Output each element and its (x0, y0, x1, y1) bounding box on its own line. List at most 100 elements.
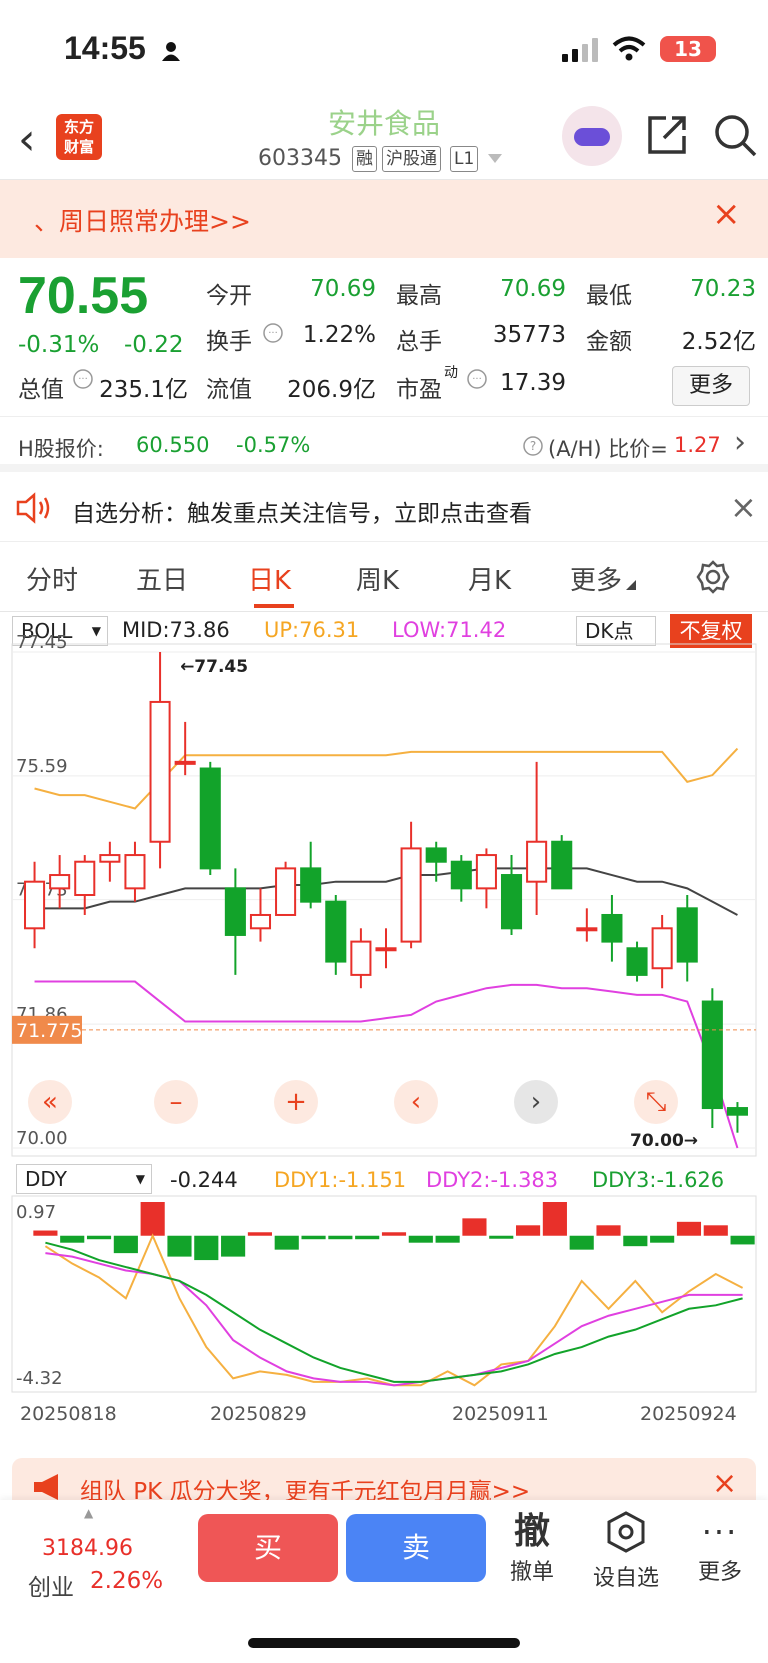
index-name: 创业 (28, 1575, 74, 1601)
ddy-bar (140, 1202, 165, 1236)
tab-intraday[interactable]: 分时 (26, 560, 78, 597)
tab-monthly-k[interactable]: 月K (468, 560, 511, 597)
h-share-price: 60.550 (136, 433, 210, 457)
more-quote-button[interactable]: 更多 (672, 366, 750, 406)
chart-nav-icon: – (170, 1087, 183, 1117)
candle-body (375, 947, 397, 952)
ddy-bar (328, 1235, 353, 1240)
more-button[interactable]: ··· 更多 (680, 1510, 760, 1586)
h-share-row[interactable]: H股报价: 60.550 -0.57% ? (A/H) 比价= 1.27 › (0, 416, 768, 472)
date-label: 20250911 (452, 1403, 549, 1425)
boll-up-line (34, 747, 739, 810)
ddy-bar (730, 1235, 755, 1245)
ddy-bar (194, 1235, 219, 1261)
expand-icon[interactable]: ▲ (84, 1506, 93, 1520)
candle-body (450, 860, 472, 890)
chevron-down-icon[interactable] (488, 154, 502, 164)
candle-body (526, 840, 548, 883)
close-icon[interactable]: × (712, 194, 741, 234)
gear-icon[interactable] (696, 560, 730, 594)
promo-text[interactable]: 、周日照常办理>> (34, 202, 251, 238)
buy-button[interactable]: 买 (198, 1514, 338, 1582)
float-cap-label: 流值 (206, 377, 252, 403)
date-label: 20250818 (20, 1403, 117, 1425)
candle-body (576, 927, 598, 932)
date-label: 20250924 (640, 1403, 737, 1425)
candle-body (551, 840, 573, 890)
chart-nav-icon: › (531, 1087, 541, 1117)
signal-icon (562, 38, 598, 62)
share-icon[interactable] (646, 114, 688, 156)
triangle-icon (626, 580, 636, 590)
candle-body (199, 767, 221, 870)
ddy-bar (381, 1232, 407, 1236)
low-value: 70.23 (690, 276, 756, 302)
ddy-tick-label: -4.32 (16, 1368, 63, 1389)
chevron-right-icon[interactable]: › (734, 425, 746, 460)
ddy-bar (462, 1218, 487, 1236)
candle-body (500, 874, 523, 930)
ah-ratio-label: (A/H) 比价= (548, 437, 668, 461)
tab-five-day[interactable]: 五日 (136, 560, 188, 597)
y-tick-label: 77.45 (16, 632, 68, 653)
person-icon (162, 42, 180, 61)
high-marker: ←77.45 (180, 657, 248, 677)
low-marker: 70.00→ (630, 1131, 698, 1151)
ddy1-line (44, 1233, 744, 1387)
search-icon[interactable] (712, 112, 758, 158)
signal-row[interactable]: 自选分析：触发重点关注信号，立即点击查看 × (0, 474, 768, 542)
bottom-toolbar: ▲ 3184.96 创业 2.26% 买 卖 撤 撤单 设自选 ··· 更多 (0, 1500, 768, 1663)
cancel-label: 撤单 (509, 1560, 554, 1585)
promo-banner[interactable]: 、周日照常办理>> × (0, 180, 768, 258)
market-cap-label: 总值 (18, 377, 64, 403)
home-indicator (248, 1638, 520, 1648)
high-label: 最高 (396, 283, 442, 309)
cancel-order-button[interactable]: 撤 撤单 (492, 1510, 572, 1586)
dots-icon: ··· (701, 1513, 739, 1551)
svg-text:···: ··· (78, 374, 88, 385)
ddy-tick-label: 0.97 (16, 1202, 56, 1223)
ddy-bar (167, 1235, 192, 1257)
help-icon[interactable]: ? (522, 435, 544, 457)
add-watchlist-button[interactable]: 设自选 (586, 1510, 666, 1592)
ddy-bar (489, 1235, 514, 1239)
ddy-bar (355, 1235, 380, 1240)
current-price-tag: 71.775 (16, 1020, 82, 1042)
signal-text[interactable]: 自选分析：触发重点关注信号，立即点击查看 (72, 494, 532, 528)
close-icon[interactable]: × (712, 1466, 737, 1501)
tab-daily-k[interactable]: 日K (248, 560, 291, 597)
ddy2-value: DDY2:-1.383 (426, 1168, 559, 1192)
candle-body (475, 854, 497, 890)
volume-value: 35773 (492, 322, 566, 348)
high-value: 70.69 (500, 276, 566, 302)
candle-body (174, 760, 196, 765)
ddy-bar (516, 1225, 541, 1236)
sell-button[interactable]: 卖 (346, 1514, 486, 1582)
assistant-avatar[interactable] (562, 106, 622, 166)
tag-level: L1 (450, 146, 479, 172)
cancel-icon: 撤 (513, 1511, 550, 1552)
watch-label: 设自选 (592, 1566, 659, 1591)
stock-code: 603345 (258, 146, 342, 171)
ddy-bar (301, 1235, 326, 1240)
close-icon[interactable]: × (730, 488, 757, 526)
chart-nav-icon: ‹ (411, 1087, 421, 1117)
svg-text:?: ? (530, 439, 536, 453)
ddy3-line (45, 1241, 743, 1383)
candle-body (350, 940, 372, 976)
candle-body (425, 847, 447, 863)
ddy-bar (623, 1235, 648, 1247)
hexagon-icon (607, 1511, 645, 1553)
ddy-bar (596, 1225, 621, 1236)
ddy-selector[interactable]: DDY ▼ (16, 1164, 152, 1194)
kline-chart[interactable]: 77.4575.5973.7371.8670.00←77.4570.00→71.… (0, 612, 768, 1432)
tab-more[interactable]: 更多 (570, 560, 622, 597)
tab-weekly-k[interactable]: 周K (356, 560, 399, 597)
tag-margin: 融 (352, 146, 377, 172)
candle-body (651, 927, 673, 970)
ddy-bar (569, 1235, 594, 1250)
ddy-bar (274, 1235, 299, 1250)
ddy1-value: DDY1:-1.151 (274, 1168, 407, 1192)
candle-body (726, 1107, 748, 1116)
ddy-bar (247, 1232, 272, 1236)
